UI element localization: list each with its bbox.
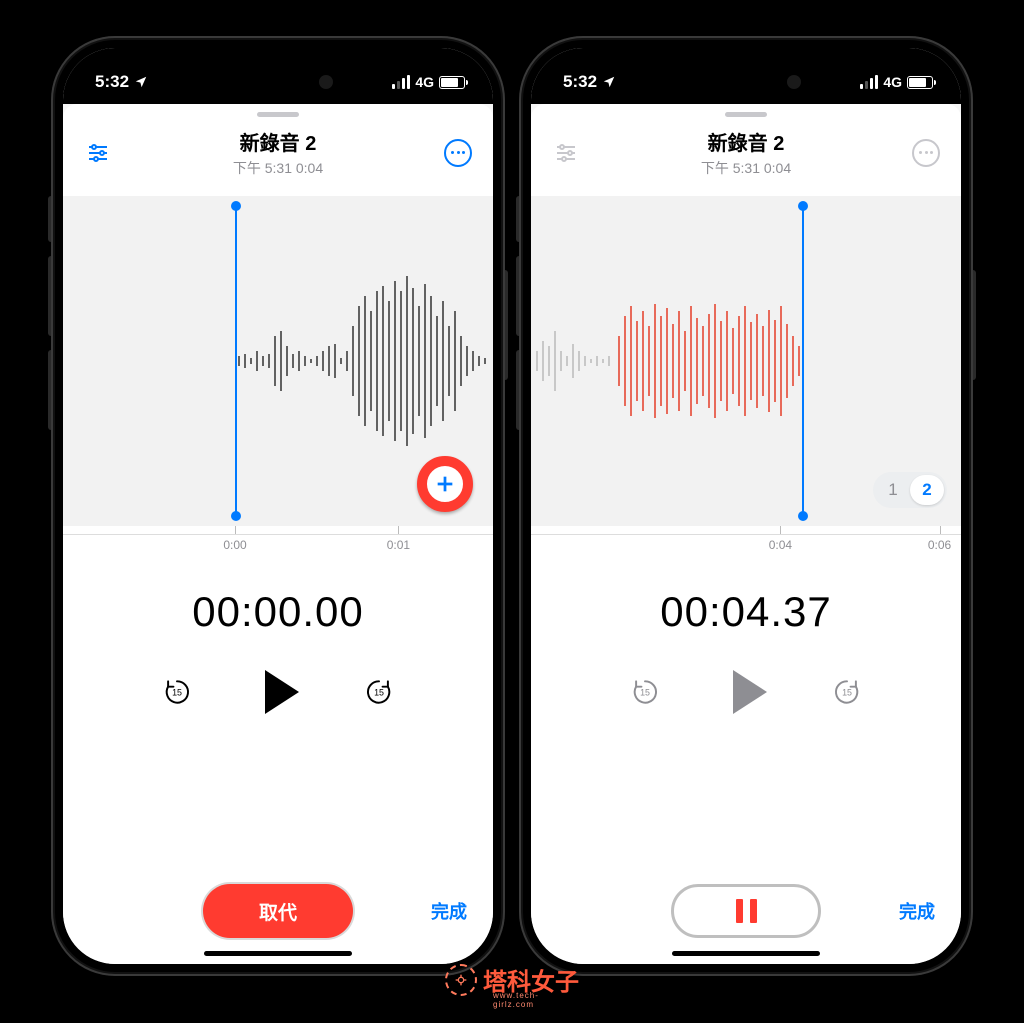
ruler-tick-label: 0:06 [928, 538, 951, 552]
sheet-grabber[interactable] [257, 112, 299, 117]
skip-forward-button: 15 [829, 674, 865, 710]
home-indicator[interactable] [672, 951, 820, 956]
play-button[interactable] [265, 670, 299, 714]
ruler-tick-label: 0:04 [769, 538, 792, 552]
skip-back-button[interactable]: 15 [159, 674, 195, 710]
signal-icon [860, 75, 878, 89]
recording-title[interactable]: 新錄音 2 [583, 127, 909, 156]
network-label: 4G [883, 74, 902, 90]
sheet-grabber[interactable] [725, 112, 767, 117]
status-time: 5:32 [95, 72, 129, 92]
ruler-tick-label: 0:01 [387, 538, 410, 552]
waveform-area[interactable]: 1 2 [531, 196, 961, 526]
screen: 5:32 4G 新錄音 2 下午 5:31 [63, 48, 493, 964]
layer-selector[interactable]: 1 2 [873, 472, 947, 508]
replace-button[interactable]: 取代 [203, 884, 353, 938]
skip-forward-button[interactable]: 15 [361, 674, 397, 710]
screen: 5:32 4G 新錄音 2 下午 5:31 [531, 48, 961, 964]
play-button [733, 670, 767, 714]
layer-option[interactable]: 1 [876, 475, 910, 505]
signal-icon [392, 75, 410, 89]
dynamic-island [683, 64, 809, 100]
dynamic-island [215, 64, 341, 100]
ruler-tick-label: 0:00 [223, 538, 246, 552]
settings-icon [549, 136, 583, 170]
done-button[interactable]: 完成 [431, 898, 467, 924]
recording-title[interactable]: 新錄音 2 [115, 127, 441, 156]
svg-text:15: 15 [842, 688, 852, 698]
layer-option[interactable]: 2 [910, 475, 944, 505]
recording-subtitle: 下午 5:31 0:04 [115, 158, 441, 178]
svg-text:15: 15 [172, 688, 182, 698]
more-button[interactable] [441, 136, 475, 170]
playhead[interactable] [235, 206, 237, 516]
playhead[interactable] [802, 206, 804, 516]
watermark-icon [445, 964, 477, 996]
more-icon [444, 139, 472, 167]
phone-right: 5:32 4G 新錄音 2 下午 5:31 [519, 36, 973, 976]
elapsed-time: 00:00.00 [63, 588, 493, 636]
done-button[interactable]: 完成 [899, 898, 935, 924]
elapsed-time: 00:04.37 [531, 588, 961, 636]
waveform-area[interactable] [63, 196, 493, 526]
svg-text:15: 15 [640, 688, 650, 698]
skip-back-button: 15 [627, 674, 663, 710]
recording-subtitle: 下午 5:31 0:04 [583, 158, 909, 178]
add-layer-annotation[interactable] [417, 456, 473, 512]
network-label: 4G [415, 74, 434, 90]
battery-icon [907, 76, 933, 89]
home-indicator[interactable] [204, 951, 352, 956]
watermark-url: www.tech-girlz.com [493, 991, 579, 1009]
battery-icon [439, 76, 465, 89]
phone-left: 5:32 4G 新錄音 2 下午 5:31 [51, 36, 505, 976]
time-ruler[interactable]: 0:00 0:01 [63, 526, 493, 562]
plus-icon [434, 473, 456, 495]
location-icon [602, 75, 616, 89]
more-button [909, 136, 943, 170]
svg-text:15: 15 [374, 688, 384, 698]
more-icon [912, 139, 940, 167]
settings-icon[interactable] [81, 136, 115, 170]
pause-button[interactable] [671, 884, 821, 938]
status-time: 5:32 [563, 72, 597, 92]
location-icon [134, 75, 148, 89]
time-ruler[interactable]: 0:04 0:06 [531, 526, 961, 562]
watermark: 塔科女子 www.tech-girlz.com [445, 962, 579, 997]
